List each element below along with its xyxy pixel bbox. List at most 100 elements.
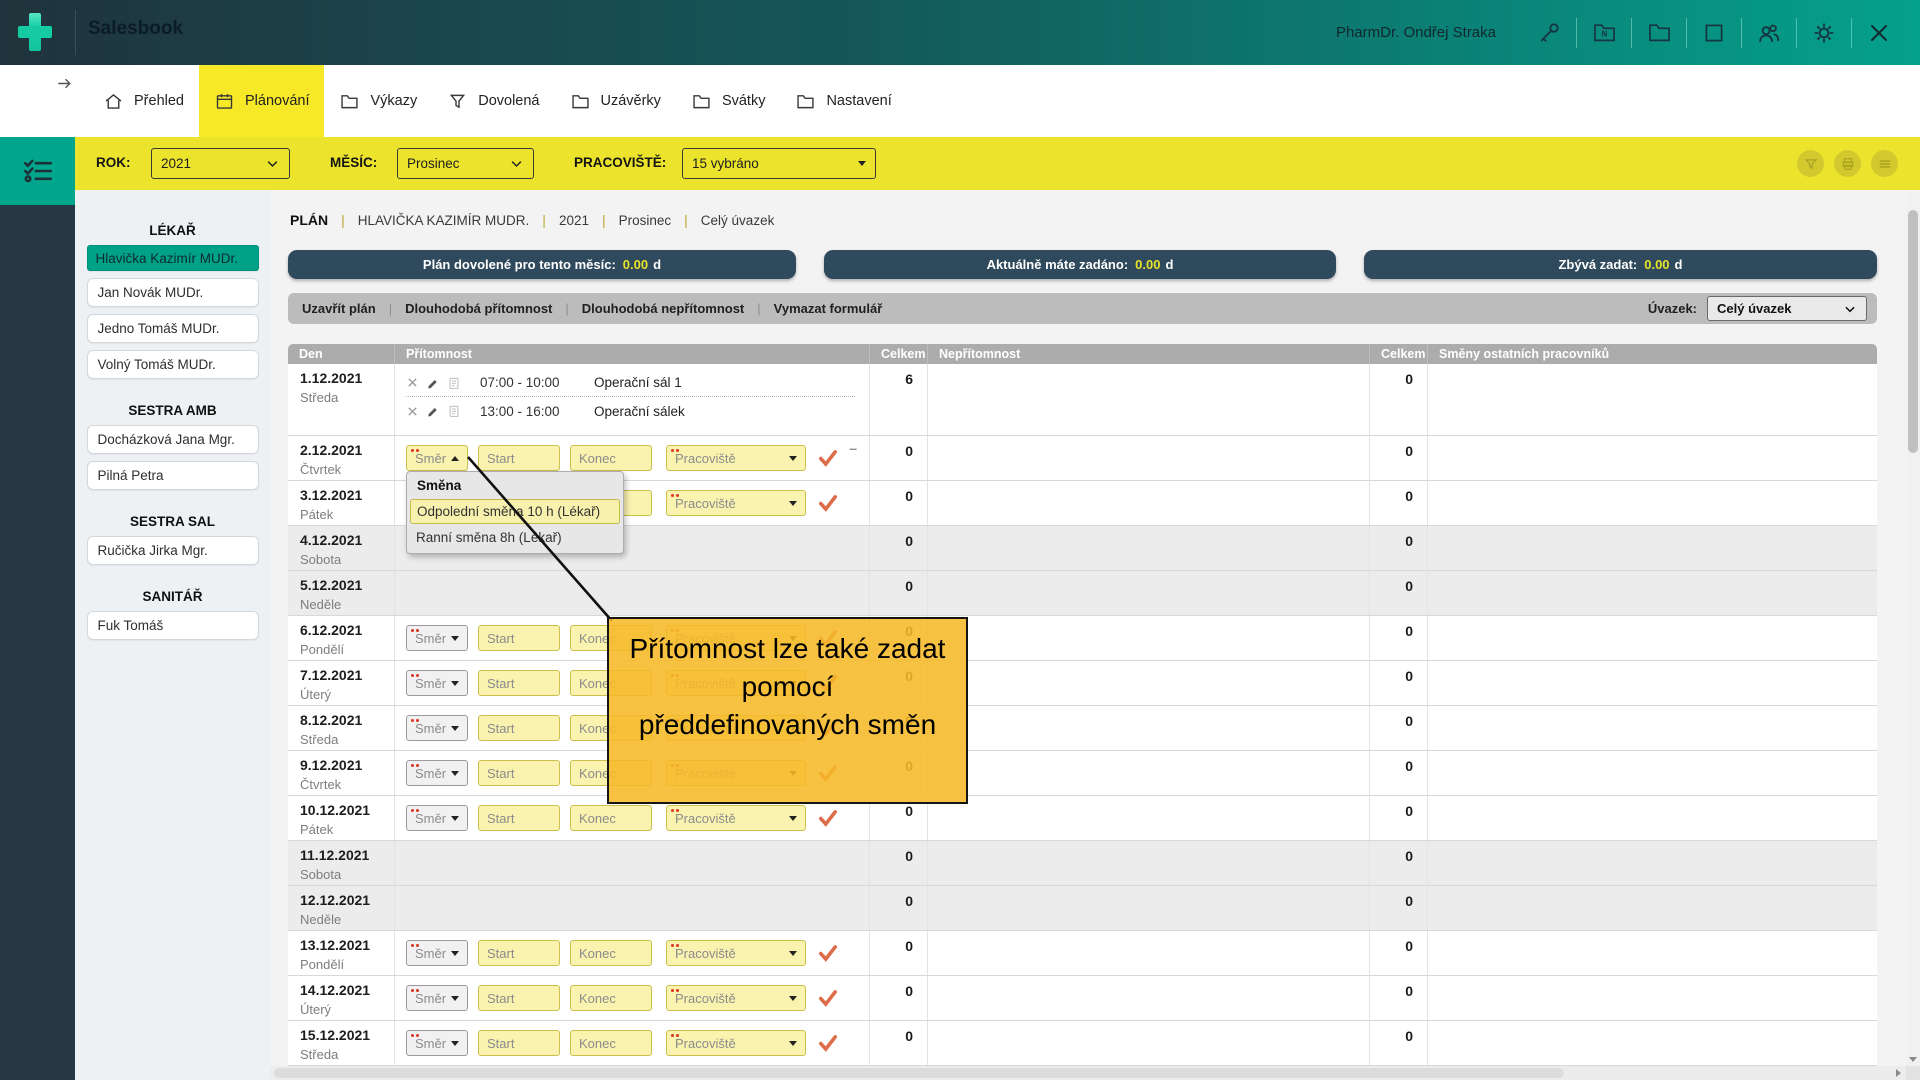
workplace-select[interactable]: Pracoviště xyxy=(666,1030,806,1056)
start-input[interactable] xyxy=(478,625,560,651)
shift-select[interactable]: Směna xyxy=(406,985,468,1011)
tab-vykazy[interactable]: Výkazy xyxy=(324,65,432,137)
sidebar-item-volny[interactable]: Volný Tomáš MUDr. xyxy=(87,350,259,379)
folder-new-icon[interactable]: N xyxy=(1577,0,1631,65)
edit-pencil-icon[interactable] xyxy=(426,404,440,418)
collapse-dash-button[interactable]: – xyxy=(849,440,857,456)
menu-button[interactable] xyxy=(1871,150,1898,177)
start-input[interactable] xyxy=(478,805,560,831)
clear-form-action[interactable]: Vymazat formulář xyxy=(774,301,883,316)
confirm-check-button[interactable] xyxy=(818,944,838,962)
tab-planovani[interactable]: Plánování xyxy=(199,65,325,137)
end-input[interactable] xyxy=(570,805,652,831)
presence-cell xyxy=(395,841,870,885)
year-select[interactable]: 2021 xyxy=(151,148,290,179)
shift-select[interactable]: Směna xyxy=(406,805,468,831)
tab-svatky[interactable]: Svátky xyxy=(676,65,781,137)
folder-icon[interactable] xyxy=(1632,0,1686,65)
filter-funnel-button[interactable] xyxy=(1797,150,1824,177)
other-shifts-cell xyxy=(1428,931,1877,975)
delete-entry-icon[interactable] xyxy=(406,376,419,389)
shift-select[interactable]: Směna xyxy=(406,940,468,966)
absence-cell xyxy=(928,931,1370,975)
dropdown-option-afternoon[interactable]: Odpolední směna 10 h (Lékař) xyxy=(410,499,620,524)
copy-document-icon[interactable] xyxy=(447,376,461,390)
workplace-select[interactable]: Pracoviště xyxy=(666,805,806,831)
sidebar-item-novak[interactable]: Jan Novák MUDr. xyxy=(87,278,259,307)
start-input[interactable] xyxy=(478,670,560,696)
end-input[interactable] xyxy=(570,985,652,1011)
users-icon[interactable] xyxy=(1742,0,1796,65)
contract-select[interactable]: Celý úvazek xyxy=(1707,296,1867,321)
calendar-icon xyxy=(214,91,235,112)
required-marker xyxy=(671,1034,674,1037)
col-celkem-2: Celkem xyxy=(1370,344,1428,364)
delete-entry-icon[interactable] xyxy=(406,405,419,418)
shift-select[interactable]: Směna xyxy=(406,715,468,741)
shift-select-open[interactable]: Směna xyxy=(406,445,468,471)
copy-document-icon[interactable] xyxy=(447,404,461,418)
longterm-absence-action[interactable]: Dlouhodobá nepřítomnost xyxy=(582,301,744,316)
sidebar-item-dochazkova[interactable]: Docházková Jana Mgr. xyxy=(87,425,259,454)
workplace-filter-select[interactable]: 15 vybráno xyxy=(682,148,876,179)
scroll-down-arrow-icon[interactable] xyxy=(1909,1057,1917,1062)
confirm-check-button[interactable] xyxy=(818,1034,838,1052)
confirm-check-button[interactable] xyxy=(818,494,838,512)
sidebar-item-jedno[interactable]: Jedno Tomáš MUDr. xyxy=(87,314,259,343)
start-input[interactable] xyxy=(478,1030,560,1056)
start-input[interactable] xyxy=(478,985,560,1011)
shift-select[interactable]: Směna xyxy=(406,760,468,786)
required-marker xyxy=(411,944,414,947)
pill-label: Aktuálně máte zadáno: xyxy=(987,257,1129,272)
longterm-presence-action[interactable]: Dlouhodobá přítomnost xyxy=(405,301,552,316)
close-plan-action[interactable]: Uzavřít plán xyxy=(302,301,376,316)
sidebar-item-fuk[interactable]: Fuk Tomáš xyxy=(87,611,259,640)
tab-uzaverky[interactable]: Uzávěrky xyxy=(555,65,676,137)
dropdown-option-morning[interactable]: Ranní směna 8h (Lékař) xyxy=(407,525,623,550)
confirm-check-button[interactable] xyxy=(818,449,838,467)
start-input[interactable] xyxy=(478,760,560,786)
tab-label: Svátky xyxy=(722,93,766,109)
shift-select[interactable]: Směna xyxy=(406,1030,468,1056)
start-input[interactable] xyxy=(478,445,560,471)
start-input[interactable] xyxy=(478,940,560,966)
forward-arrow-icon[interactable] xyxy=(56,75,73,92)
window-icon[interactable] xyxy=(1687,0,1741,65)
shift-select[interactable]: Směna xyxy=(406,670,468,696)
confirm-check-button[interactable] xyxy=(818,989,838,1007)
sidebar-item-rucicka[interactable]: Ručička Jirka Mgr. xyxy=(87,536,259,565)
tab-dovolena[interactable]: Dovolená xyxy=(432,65,554,137)
key-icon[interactable] xyxy=(1522,0,1576,65)
end-input[interactable] xyxy=(570,940,652,966)
print-button[interactable] xyxy=(1834,150,1861,177)
horizontal-scroll-thumb[interactable] xyxy=(274,1068,1564,1078)
staff-name: Ručička Jirka Mgr. xyxy=(98,543,208,558)
close-icon[interactable] xyxy=(1852,0,1906,65)
end-input[interactable] xyxy=(570,1030,652,1056)
workplace-select[interactable]: Pracoviště xyxy=(666,445,806,471)
tab-prehled[interactable]: Přehled xyxy=(88,65,199,137)
tab-nastaveni[interactable]: Nastavení xyxy=(780,65,906,137)
row-date: 5.12.2021 xyxy=(300,577,394,594)
other-shifts-cell xyxy=(1428,364,1877,435)
horizontal-scrollbar[interactable] xyxy=(270,1066,1906,1080)
vertical-scrollbar[interactable] xyxy=(1906,192,1920,1066)
absence-cell xyxy=(928,571,1370,615)
month-select[interactable]: Prosinec xyxy=(397,148,534,179)
edit-pencil-icon[interactable] xyxy=(426,376,440,390)
checklist-menu-button[interactable] xyxy=(0,137,75,205)
sidebar-item-pilna[interactable]: Pilná Petra xyxy=(87,461,259,490)
scroll-right-arrow-icon[interactable] xyxy=(1896,1069,1901,1077)
shift-select[interactable]: Směna xyxy=(406,625,468,651)
workplace-select[interactable]: Pracoviště xyxy=(666,490,806,516)
start-input[interactable] xyxy=(478,715,560,741)
end-input[interactable] xyxy=(570,445,652,471)
sidebar-item-hlavicka[interactable]: Hlavička Kazimír MUDr. xyxy=(87,245,259,271)
total-absence: 0 xyxy=(1370,796,1428,840)
confirm-check-button[interactable] xyxy=(818,809,838,827)
pill-unit: d xyxy=(1165,257,1173,272)
settings-gear-icon[interactable] xyxy=(1797,0,1851,65)
workplace-select[interactable]: Pracoviště xyxy=(666,940,806,966)
vertical-scroll-thumb[interactable] xyxy=(1908,210,1918,453)
workplace-select[interactable]: Pracoviště xyxy=(666,985,806,1011)
